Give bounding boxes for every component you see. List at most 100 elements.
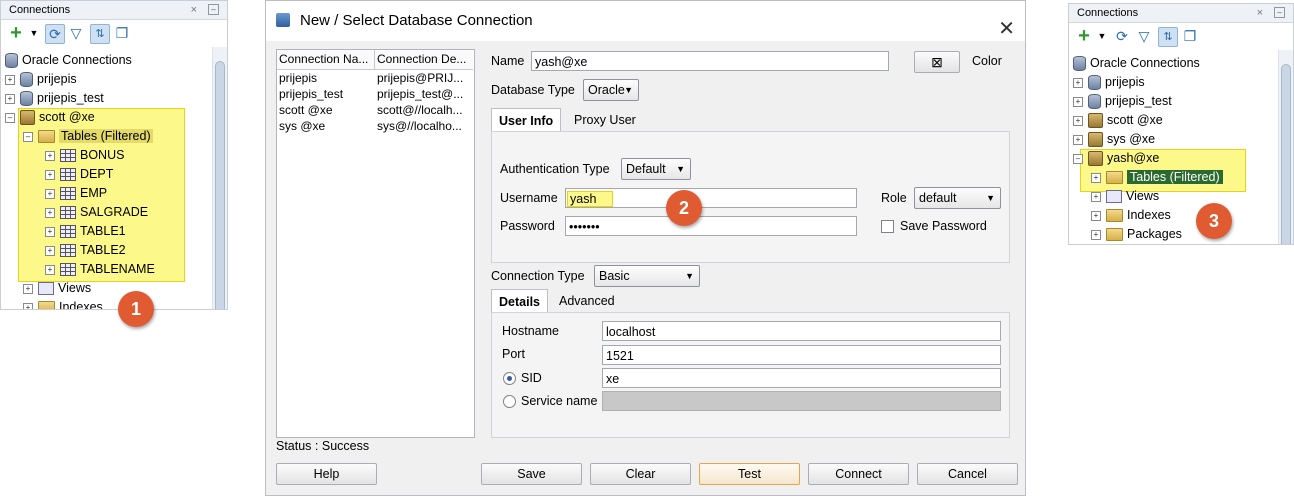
grid-cell[interactable]: prijepis_test@...: [375, 86, 473, 102]
expand-icon[interactable]: +: [1073, 77, 1083, 88]
collapse-icon[interactable]: –: [1073, 153, 1083, 164]
dropdown-arrow-icon[interactable]: ▼: [1093, 27, 1111, 45]
tree-indexes-node[interactable]: + Indexes: [23, 298, 103, 309]
schema-browser-icon[interactable]: ⇅: [90, 24, 110, 44]
expand-icon[interactable]: +: [1091, 229, 1101, 240]
close-icon[interactable]: ×: [191, 1, 197, 19]
close-icon[interactable]: ×: [1257, 4, 1263, 22]
expand-icon[interactable]: +: [45, 245, 55, 256]
tree-root[interactable]: Oracle Connections: [5, 51, 132, 70]
tree-connection-active[interactable]: – scott @xe: [5, 108, 95, 127]
vertical-scrollbar[interactable]: [212, 47, 227, 309]
port-field[interactable]: 1521: [602, 345, 1001, 365]
expand-icon[interactable]: +: [23, 283, 33, 294]
expand-icon[interactable]: +: [1073, 134, 1083, 145]
tree-connection[interactable]: + prijepis: [5, 70, 77, 89]
expand-icon[interactable]: +: [45, 169, 55, 180]
grid-cell[interactable]: prijepis: [277, 70, 374, 86]
dropdown-arrow-icon[interactable]: ▼: [25, 24, 43, 42]
sid-field[interactable]: xe: [602, 368, 1001, 388]
tab-details[interactable]: Details: [491, 289, 548, 314]
tree-table[interactable]: + TABLENAME: [45, 260, 155, 279]
database-type-select[interactable]: Oracle ▼: [583, 79, 639, 101]
tree-connection[interactable]: + prijepis: [1073, 73, 1145, 92]
expand-icon[interactable]: +: [1073, 96, 1083, 107]
collapse-icon[interactable]: –: [5, 112, 15, 123]
tree-indexes-node[interactable]: + Indexes: [1091, 206, 1171, 225]
tab-advanced[interactable]: Advanced: [552, 289, 622, 313]
service-name-radio[interactable]: [503, 395, 516, 408]
expand-icon[interactable]: +: [1073, 115, 1083, 126]
grid-cell[interactable]: scott@//localh...: [375, 102, 473, 118]
expand-icon[interactable]: +: [1091, 210, 1101, 221]
tree-tables-node[interactable]: + Tables (Filtered): [1091, 168, 1223, 187]
tab-user-info[interactable]: User Info: [491, 108, 562, 133]
expand-icon[interactable]: +: [45, 226, 55, 237]
filter-icon[interactable]: ▽: [67, 24, 85, 42]
username-field[interactable]: yash: [565, 188, 857, 208]
tree-root[interactable]: Oracle Connections: [1073, 54, 1200, 73]
grid-header-name[interactable]: Connection Na...: [277, 50, 375, 70]
tree-packages-node[interactable]: + Packages: [1091, 225, 1182, 244]
add-connection-icon[interactable]: +: [7, 23, 25, 43]
tree-table[interactable]: + BONUS: [45, 146, 124, 165]
tree-table[interactable]: + SALGRADE: [45, 203, 148, 222]
expand-icon[interactable]: +: [45, 264, 55, 275]
hostname-field[interactable]: localhost: [602, 321, 1001, 341]
tree-views-node[interactable]: + Views: [23, 279, 91, 298]
expand-icon[interactable]: +: [23, 302, 33, 309]
expand-icon[interactable]: +: [1091, 191, 1101, 202]
expand-icon[interactable]: +: [5, 74, 15, 85]
cancel-button[interactable]: Cancel: [917, 463, 1018, 485]
tree-table[interactable]: + TABLE1: [45, 222, 126, 241]
minimize-icon[interactable]: –: [1274, 7, 1285, 18]
sid-radio[interactable]: [503, 372, 516, 385]
filter-icon[interactable]: ▽: [1135, 27, 1153, 45]
minimize-icon[interactable]: –: [208, 4, 219, 15]
tab-proxy-user[interactable]: Proxy User: [567, 108, 643, 132]
scrollbar-thumb[interactable]: [1281, 64, 1291, 244]
grid-header-details[interactable]: Connection De...: [375, 50, 473, 70]
tree-connection[interactable]: + prijepis_test: [5, 89, 104, 108]
name-field[interactable]: yash@xe: [531, 51, 889, 71]
tree-table[interactable]: + DEPT: [45, 165, 113, 184]
color-button[interactable]: ⊠: [914, 51, 960, 73]
connect-button[interactable]: Connect: [808, 463, 909, 485]
role-select[interactable]: default ▼: [914, 187, 1001, 209]
expand-icon[interactable]: +: [45, 207, 55, 218]
expand-icon[interactable]: +: [1091, 172, 1101, 183]
password-field[interactable]: •••••••: [565, 216, 857, 236]
grid-cell[interactable]: sys@//localho...: [375, 118, 473, 134]
schema-browser-icon[interactable]: ⇅: [1158, 27, 1178, 47]
tree-connection[interactable]: + scott @xe: [1073, 111, 1163, 130]
clear-button[interactable]: Clear: [590, 463, 691, 485]
vertical-scrollbar[interactable]: [1278, 50, 1293, 244]
save-password-checkbox[interactable]: [881, 220, 894, 233]
grid-cell[interactable]: prijepis@PRIJ...: [375, 70, 473, 86]
windows-icon[interactable]: ❐: [1181, 27, 1199, 45]
auth-type-select[interactable]: Default ▼: [621, 158, 691, 180]
windows-icon[interactable]: ❐: [113, 24, 131, 42]
grid-cell[interactable]: sys @xe: [277, 118, 374, 134]
expand-icon[interactable]: +: [45, 150, 55, 161]
grid-cell[interactable]: scott @xe: [277, 102, 374, 118]
collapse-icon[interactable]: –: [23, 131, 33, 142]
refresh-icon[interactable]: ⟳: [1113, 27, 1131, 45]
save-button[interactable]: Save: [481, 463, 582, 485]
tree-tables-node[interactable]: – Tables (Filtered): [23, 127, 153, 146]
expand-icon[interactable]: +: [45, 188, 55, 199]
refresh-icon[interactable]: ⟳: [45, 24, 65, 44]
help-button[interactable]: Help: [276, 463, 377, 485]
add-connection-icon[interactable]: +: [1075, 26, 1093, 46]
test-button[interactable]: Test: [699, 463, 800, 485]
tree-table[interactable]: + TABLE2: [45, 241, 126, 260]
connection-type-select[interactable]: Basic ▼: [594, 265, 700, 287]
tree-connection-active[interactable]: – yash@xe: [1073, 149, 1159, 168]
grid-cell[interactable]: prijepis_test: [277, 86, 374, 102]
tree-connection[interactable]: + sys @xe: [1073, 130, 1155, 149]
expand-icon[interactable]: +: [5, 93, 15, 104]
tree-table[interactable]: + EMP: [45, 184, 107, 203]
tree-connection[interactable]: + prijepis_test: [1073, 92, 1172, 111]
scrollbar-thumb[interactable]: [215, 61, 225, 309]
tree-views-node[interactable]: + Views: [1091, 187, 1159, 206]
